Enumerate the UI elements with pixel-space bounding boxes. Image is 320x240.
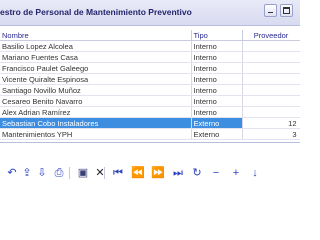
personnel-table: Nombre Tipo Proveedor Basilio Lopez Alco… (0, 30, 300, 140)
personnel-grid[interactable]: Nombre Tipo Proveedor Basilio Lopez Alco… (0, 30, 300, 143)
cell-proveedor[interactable] (242, 106, 300, 118)
refresh-icon: ↻ (192, 166, 202, 179)
column-header-nombre[interactable]: Nombre (0, 30, 192, 41)
remove-button[interactable]: − (209, 165, 223, 181)
cell-proveedor[interactable] (242, 73, 300, 85)
next-page-icon: ⏩ (151, 166, 165, 179)
cell-nombre[interactable]: Cesareo Benito Navarro (0, 95, 192, 107)
cell-nombre[interactable]: Francisco Paulet Galeego (0, 62, 192, 74)
table-row[interactable]: Mariano Fuentes Casa Interno (0, 51, 300, 63)
table-row[interactable]: Sebastian Cobo Instaladores Externo 12 (0, 117, 300, 129)
toolbar-separator (69, 167, 70, 179)
undo-icon: ↶ (7, 166, 17, 179)
cell-tipo[interactable]: Interno (191, 62, 243, 74)
title-bar: estro de Personal de Mantenimiento Preve… (0, 0, 300, 26)
column-header-proveedor[interactable]: Proveedor (242, 30, 300, 41)
cell-nombre[interactable]: Alex Adrian Ramírez (0, 106, 192, 118)
cell-proveedor[interactable] (242, 95, 300, 107)
cell-nombre[interactable]: Sebastian Cobo Instaladores (0, 117, 192, 129)
print-button[interactable]: ⎙ (52, 165, 66, 181)
cell-tipo[interactable]: Externo (191, 117, 243, 129)
first-record-icon: ⏮ (113, 166, 123, 179)
last-record-button[interactable]: ⏭ (171, 165, 185, 181)
cell-proveedor[interactable] (242, 51, 300, 63)
import-icon: ⇩ (37, 166, 47, 179)
table-row[interactable]: Santiago Novillo Muñoz Interno (0, 84, 300, 96)
save-button[interactable]: ▣ (76, 165, 90, 181)
last-record-icon: ⏭ (173, 166, 183, 179)
table-row[interactable]: Basilio Lopez Alcolea Interno (0, 40, 300, 52)
delete-icon: ✕ (95, 166, 105, 179)
column-header-tipo[interactable]: Tipo (191, 30, 243, 41)
navigation-toolbar: ↶ ⇪ ⇩ ⎙ ▣ ✕ ⏮ ⏪ ⏩ ⏭ ↻ − + ↓ (0, 165, 300, 183)
export-icon: ⇪ (22, 166, 32, 179)
cell-proveedor[interactable]: 3 (242, 128, 300, 140)
table-row[interactable]: Alex Adrian Ramírez Interno (0, 106, 300, 118)
move-down-button[interactable]: ↓ (248, 165, 262, 181)
cell-tipo[interactable]: Interno (191, 73, 243, 85)
window-title: estro de Personal de Mantenimiento Preve… (0, 7, 192, 17)
table-row[interactable]: Cesareo Benito Navarro Interno (0, 95, 300, 107)
remove-icon: − (212, 166, 220, 179)
cell-tipo[interactable]: Interno (191, 51, 243, 63)
table-header-row: Nombre Tipo Proveedor (0, 30, 300, 41)
save-icon: ▣ (77, 166, 89, 179)
cell-tipo[interactable]: Interno (191, 40, 243, 52)
cell-tipo[interactable]: Externo (191, 128, 243, 140)
table-row[interactable]: Francisco Paulet Galeego Interno (0, 62, 300, 74)
previous-page-button[interactable]: ⏪ (131, 165, 145, 181)
cell-proveedor[interactable] (242, 62, 300, 74)
add-icon: + (232, 166, 240, 179)
table-row[interactable]: Vicente Quiralte Espinosa Interno (0, 73, 300, 85)
cell-nombre[interactable]: Vicente Quiralte Espinosa (0, 73, 192, 85)
minimize-button[interactable] (264, 4, 277, 17)
move-down-icon: ↓ (252, 166, 258, 179)
maximize-button[interactable] (280, 4, 293, 17)
cell-tipo[interactable]: Interno (191, 95, 243, 107)
cell-proveedor[interactable] (242, 40, 300, 52)
cell-nombre[interactable]: Basilio Lopez Alcolea (0, 40, 192, 52)
add-button[interactable]: + (229, 165, 243, 181)
cell-tipo[interactable]: Interno (191, 84, 243, 96)
cell-nombre[interactable]: Santiago Novillo Muñoz (0, 84, 192, 96)
import-button[interactable]: ⇩ (35, 165, 49, 181)
next-page-button[interactable]: ⏩ (151, 165, 165, 181)
cell-nombre[interactable]: Mantenimientos YPH (0, 128, 192, 140)
cell-proveedor[interactable] (242, 84, 300, 96)
cell-nombre[interactable]: Mariano Fuentes Casa (0, 51, 192, 63)
export-button[interactable]: ⇪ (20, 165, 34, 181)
print-icon: ⎙ (54, 166, 64, 179)
cell-proveedor[interactable]: 12 (242, 117, 300, 129)
first-record-button[interactable]: ⏮ (111, 165, 125, 181)
cell-tipo[interactable]: Interno (191, 106, 243, 118)
delete-button[interactable]: ✕ (93, 165, 107, 181)
table-row[interactable]: Mantenimientos YPH Externo 3 (0, 128, 300, 140)
refresh-button[interactable]: ↻ (190, 165, 204, 181)
table-body: Basilio Lopez Alcolea Interno Mariano Fuen… (0, 40, 300, 140)
previous-page-icon: ⏪ (131, 166, 145, 179)
undo-button[interactable]: ↶ (5, 165, 19, 181)
